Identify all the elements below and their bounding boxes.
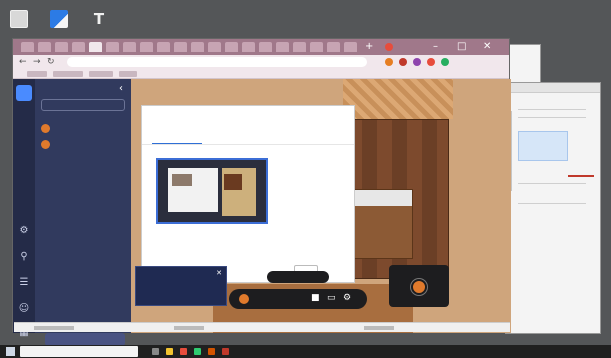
app-shortcut-icon[interactable] xyxy=(50,10,68,28)
browser-tab[interactable] xyxy=(72,42,85,52)
close-button[interactable]: ✕ xyxy=(483,40,491,54)
browser-tab[interactable] xyxy=(140,42,153,52)
browser-tab[interactable] xyxy=(293,42,306,52)
bookmark[interactable] xyxy=(119,71,137,77)
bookmark[interactable] xyxy=(53,71,83,77)
app-logo-icon[interactable] xyxy=(16,85,32,101)
divider xyxy=(142,144,354,145)
forward-button[interactable]: → xyxy=(33,57,41,67)
window-titlebar[interactable] xyxy=(506,83,600,93)
taskbar-app-icon[interactable] xyxy=(222,348,229,355)
task-view-icon[interactable] xyxy=(152,348,159,355)
background-window-settings[interactable] xyxy=(505,82,601,334)
sidebar-search-input[interactable] xyxy=(41,99,125,111)
close-icon[interactable]: ✕ xyxy=(216,269,222,277)
browser-tab[interactable] xyxy=(191,42,204,52)
browser-tab[interactable] xyxy=(310,42,323,52)
call-control-bar: ■ ▭ ⚙ xyxy=(229,289,367,309)
status-bar xyxy=(14,322,510,332)
bookmarks-bar xyxy=(13,69,509,79)
back-button[interactable]: ← xyxy=(19,57,27,67)
status-indicator xyxy=(568,175,594,177)
profile-icon[interactable] xyxy=(441,58,449,66)
taskbar-search-input[interactable] xyxy=(20,346,138,357)
browser-tab[interactable] xyxy=(38,42,51,52)
divider xyxy=(518,117,586,118)
gear-icon[interactable]: ⚙ xyxy=(18,225,30,237)
record-indicator-icon xyxy=(385,43,393,51)
taskbar-app-icon[interactable] xyxy=(194,348,201,355)
divider xyxy=(518,109,586,110)
terminal-icon[interactable]: T xyxy=(90,10,108,28)
status-segment xyxy=(174,326,204,330)
extension-icon[interactable] xyxy=(385,58,393,66)
address-bar-row: ← → ↻ xyxy=(13,55,509,69)
info-panel xyxy=(518,131,568,161)
url-input[interactable] xyxy=(67,57,367,67)
share-dialog xyxy=(141,105,355,283)
shelf-card[interactable] xyxy=(353,189,413,259)
taskbar-app-icon[interactable] xyxy=(180,348,187,355)
avatar xyxy=(411,279,427,295)
taskbar xyxy=(0,345,611,358)
browser-tab[interactable] xyxy=(21,42,34,52)
collapse-button[interactable]: ‹ xyxy=(119,83,123,94)
avatar xyxy=(41,140,50,149)
avatar xyxy=(41,124,50,133)
browser-tab[interactable] xyxy=(106,42,119,52)
preview-rack xyxy=(224,174,242,190)
browser-tab[interactable] xyxy=(157,42,170,52)
settings-icon[interactable]: ⚙ xyxy=(343,293,351,303)
browser-tab[interactable] xyxy=(123,42,136,52)
user-list-item[interactable] xyxy=(41,123,127,135)
extension-icon[interactable] xyxy=(399,58,407,66)
notification-popup: ✕ xyxy=(135,266,227,306)
status-segment xyxy=(364,326,394,330)
browser-tab[interactable] xyxy=(344,42,357,52)
browser-tab[interactable] xyxy=(225,42,238,52)
extension-icon[interactable] xyxy=(427,58,435,66)
browser-tab[interactable] xyxy=(259,42,272,52)
browser-tab[interactable] xyxy=(276,42,289,52)
browser-window: + – □ ✕ ← → ↻ ⚙ ⚲ ☰ ☺ ▦ ‹ ✕ ■ ▭ ⚙ xyxy=(12,38,511,346)
shelf-card-header xyxy=(354,190,412,206)
video-icon[interactable]: ■ xyxy=(311,293,320,303)
reload-button[interactable]: ↻ xyxy=(47,57,55,67)
browser-tab[interactable] xyxy=(55,42,68,52)
start-button[interactable] xyxy=(6,347,15,356)
participant-video-tile[interactable] xyxy=(389,265,449,307)
user-list-item[interactable] xyxy=(41,139,127,151)
preview-content xyxy=(172,174,192,186)
browser-taskbar-icon[interactable] xyxy=(208,348,215,355)
browser-tab[interactable] xyxy=(208,42,221,52)
status-segment xyxy=(34,326,74,330)
chat-icon[interactable]: ☰ xyxy=(18,277,30,289)
avatar xyxy=(239,294,249,304)
icon-rail: ⚙ ⚲ ☰ ☺ ▦ xyxy=(13,79,35,338)
bookmark[interactable] xyxy=(89,71,113,77)
people-icon[interactable]: ☺ xyxy=(18,303,30,315)
screen-preview-thumbnail[interactable] xyxy=(156,158,268,224)
file-explorer-icon[interactable] xyxy=(166,348,173,355)
maximize-button[interactable]: □ xyxy=(457,40,466,54)
new-tab-button[interactable]: + xyxy=(365,41,373,53)
tab-strip: + – □ ✕ xyxy=(13,39,509,55)
screen-share-icon[interactable]: ▭ xyxy=(327,293,336,303)
browser-tab[interactable] xyxy=(174,42,187,52)
bookmark[interactable] xyxy=(27,71,47,77)
link-icon[interactable]: ⚲ xyxy=(18,251,30,263)
app-sidebar: ⚙ ⚲ ☰ ☺ ▦ ‹ xyxy=(13,79,131,346)
divider xyxy=(518,203,586,204)
browser-tab[interactable] xyxy=(242,42,255,52)
divider xyxy=(518,183,586,184)
browser-tab[interactable] xyxy=(327,42,340,52)
minimize-button[interactable]: – xyxy=(433,40,438,54)
recycle-bin-icon[interactable] xyxy=(10,10,28,28)
extension-icon[interactable] xyxy=(413,58,421,66)
tooltip xyxy=(267,271,329,283)
decor-pattern xyxy=(343,79,453,119)
browser-tab[interactable] xyxy=(89,42,102,52)
